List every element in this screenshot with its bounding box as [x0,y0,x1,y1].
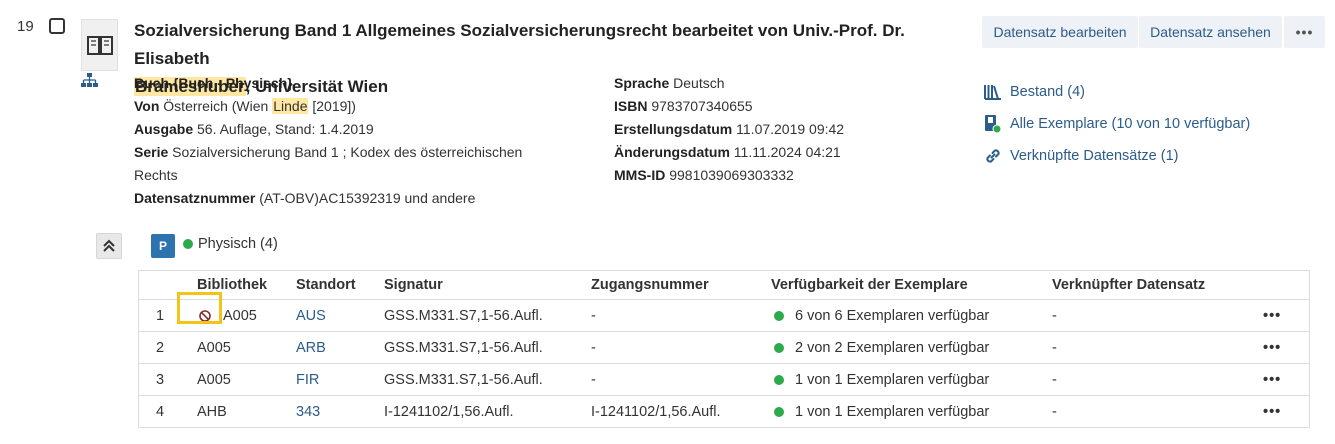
location-link[interactable]: ARB [296,332,326,363]
record-links: Bestand (4) Alle Exemplare (10 von 10 ve… [984,76,1250,172]
availability-cell[interactable]: 1 von 1 Exemplaren verfügbar [771,364,989,395]
location-link[interactable]: 343 [296,396,320,427]
double-chevron-up-icon [103,239,115,252]
available-dot-icon [774,406,784,417]
accession-cell: - [591,307,596,324]
location-link[interactable]: FIR [296,364,319,395]
link-chain-icon [984,147,1002,165]
callnumber-cell: I-1241102/1,56.Aufl. [384,403,514,420]
select-checkbox[interactable] [49,18,65,34]
table-row[interactable]: 2 A005 ARB GSS.M331.S7,1-56.Aufl. - 2 vo… [139,332,1309,364]
library-shelf-icon [984,84,1002,100]
physical-badge: P [151,234,175,258]
linked-record-cell: - [1052,339,1057,356]
availability-cell[interactable]: 6 von 6 Exemplaren verfügbar [771,300,989,331]
table-header-row: Bibliothek Standort Signatur Zugangsnumm… [139,271,1309,300]
row-number: 4 [156,403,165,420]
more-actions-button[interactable]: ••• [1284,16,1325,48]
edition-field: Ausgabe 56. Auflage, Stand: 1.4.2019 [134,121,374,137]
physical-holdings-label[interactable]: Physisch (4) [183,236,278,252]
callnumber-cell: GSS.M331.S7,1-56.Aufl. [384,339,543,356]
linked-record-cell: - [1052,371,1057,388]
row-number: 2 [156,339,165,356]
accession-cell: - [591,371,596,388]
library-cell: A005 [197,339,231,356]
publisher-field: Von Österreich (Wien Linde [2019]) [134,98,356,114]
row-actions-button[interactable]: ••• [1263,396,1281,427]
row-number: 3 [156,371,165,388]
accession-cell: I-1241102/1,56.Aufl. [591,403,721,420]
available-dot-icon [774,374,784,385]
material-type: Buch {Buch - Physisch} [134,75,293,91]
col-header-location[interactable]: Standort [296,271,356,299]
holdings-table: Bibliothek Standort Signatur Zugangsnumm… [138,270,1310,428]
language-field: Sprache Deutsch [614,75,725,91]
publisher-highlight: Linde [272,98,309,114]
availability-cell[interactable]: 2 von 2 Exemplaren verfügbar [771,332,989,363]
library-cell: AHB [197,403,227,420]
linked-record-cell: - [1052,307,1057,324]
isbn-field: ISBN 9783707340655 [614,98,753,114]
linked-records-link[interactable]: Verknüpfte Datensätze (1) [984,140,1250,172]
linked-record-cell: - [1052,403,1057,420]
callnumber-cell: GSS.M331.S7,1-56.Aufl. [384,371,543,388]
title-text-1: Sozialversicherung Band 1 Allgemeines So… [134,21,905,68]
available-dot-icon [774,342,784,353]
view-record-button[interactable]: Datensatz ansehen [1139,16,1282,48]
col-header-availability[interactable]: Verfügbarkeit der Exemplare [771,271,968,299]
table-row[interactable]: 3 A005 FIR GSS.M331.S7,1-56.Aufl. - 1 vo… [139,364,1309,396]
collapse-holdings-button[interactable] [96,233,122,259]
row-actions-button[interactable]: ••• [1263,300,1281,331]
row-actions-button[interactable]: ••• [1263,332,1281,363]
item-available-icon [984,114,1002,134]
row-number: 1 [156,307,165,324]
book-icon [86,36,113,55]
mms-id-field: MMS-ID 9981039069303332 [614,167,794,183]
modified-date-field: Änderungsdatum 11.11.2024 04:21 [614,144,841,160]
availability-cell[interactable]: 1 von 1 Exemplaren verfügbar [771,396,989,427]
callnumber-cell: GSS.M331.S7,1-56.Aufl. [384,307,543,324]
accession-cell: - [591,339,596,356]
record-details-left: Buch {Buch - Physisch} Von Österreich (W… [134,72,574,210]
available-dot-icon [774,310,784,321]
created-date-field: Erstellungsdatum 11.07.2019 09:42 [614,121,845,137]
focus-highlight-box [177,292,222,324]
record-index: 19 [17,18,34,35]
location-link[interactable]: AUS [296,300,326,331]
record-details-right: Sprache Deutsch ISBN 9783707340655 Erste… [614,72,954,187]
status-dot-icon [183,239,193,249]
col-header-linked-record[interactable]: Verknüpfter Datensatz [1052,271,1205,299]
edit-record-button[interactable]: Datensatz bearbeiten [982,16,1138,48]
row-actions-button[interactable]: ••• [1263,364,1281,395]
library-cell: A005 [197,371,231,388]
table-row[interactable]: 1 A005 AUS GSS.M331.S7,1-56.Aufl. - 6 vo… [139,300,1309,332]
record-thumbnail[interactable] [81,19,118,71]
all-items-link[interactable]: Alle Exemplare (10 von 10 verfügbar) [984,108,1250,140]
record-number-field: Datensatznummer (AT-OBV)AC15392319 und a… [134,190,476,206]
col-header-accession[interactable]: Zugangsnummer [591,271,709,299]
col-header-callnumber[interactable]: Signatur [384,271,443,299]
series-field: Serie Sozialversicherung Band 1 ; Kodex … [134,144,523,183]
hierarchy-icon[interactable] [81,73,98,93]
holdings-link[interactable]: Bestand (4) [984,76,1250,108]
table-row[interactable]: 4 AHB 343 I-1241102/1,56.Aufl. I-1241102… [139,396,1309,428]
